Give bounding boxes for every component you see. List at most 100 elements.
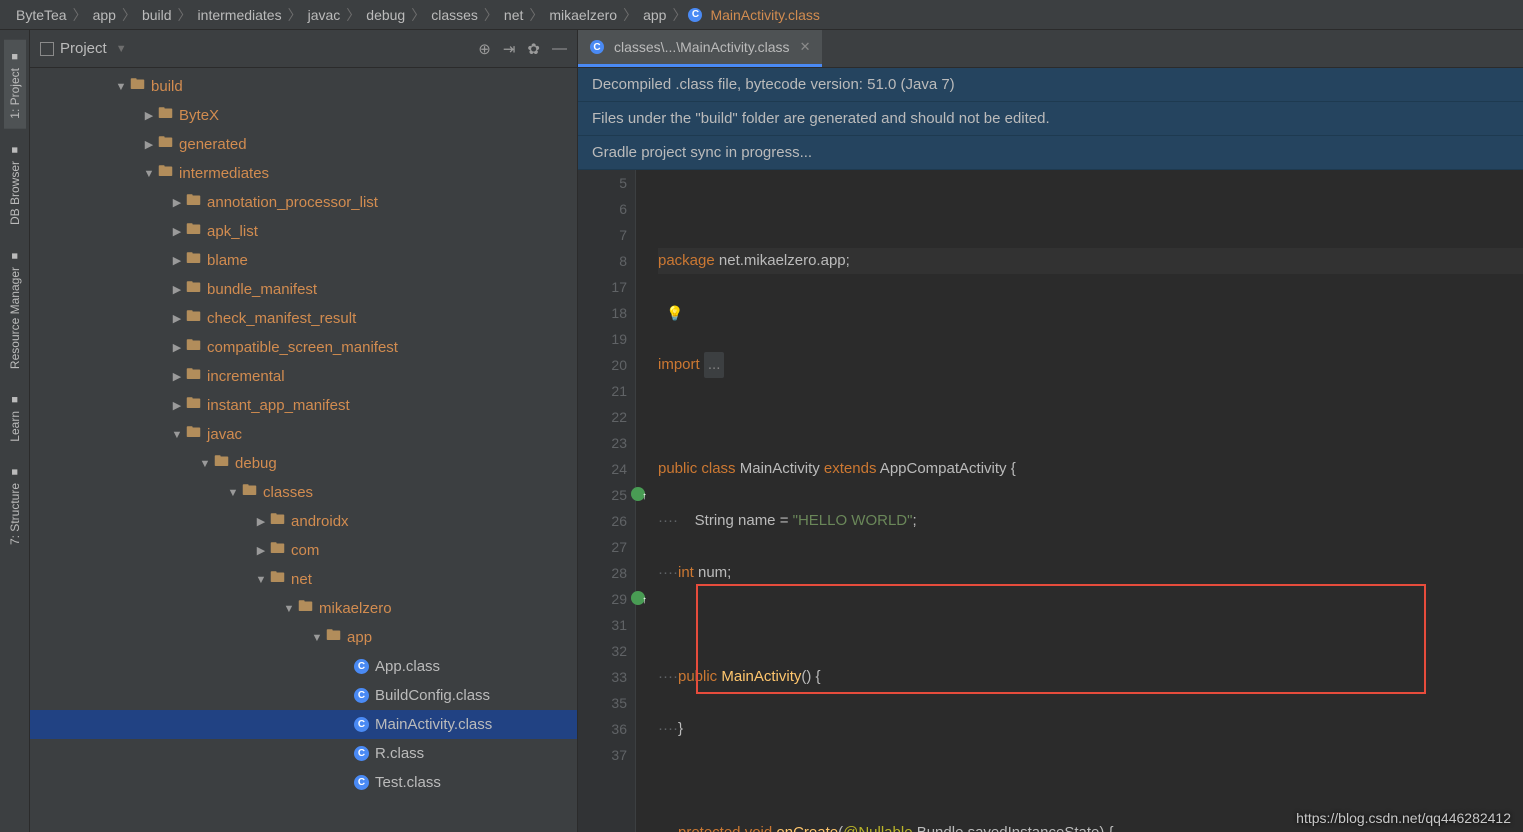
chevron-down-icon[interactable]: ▼ [142,168,156,180]
tree-row[interactable]: ▶🖿apk_list [30,217,577,246]
tree-row[interactable]: ▼🖿classes [30,478,577,507]
breadcrumb-item[interactable]: build [138,7,176,23]
gutter-line[interactable]: 22 [578,404,627,430]
collapse-icon[interactable]: ⇥ [503,40,516,58]
tree-row[interactable]: ▶🖿annotation_processor_list [30,188,577,217]
gutter-line[interactable]: 26 [578,508,627,534]
editor-tab-active[interactable]: C classes\...\MainActivity.class ✕ [578,30,822,67]
tree-row[interactable]: ▶🖿androidx [30,507,577,536]
chevron-right-icon[interactable]: ▶ [170,283,184,296]
chevron-down-icon[interactable]: ▼ [114,81,128,93]
breadcrumb-item[interactable]: classes [427,7,482,23]
tree-row[interactable]: ▼🖿app [30,623,577,652]
tree-row[interactable]: ▶🖿com [30,536,577,565]
chevron-down-icon[interactable]: ▼ [226,487,240,499]
tree-label: instant_app_manifest [207,397,350,414]
project-tree[interactable]: ▼🖿build▶🖿ByteX▶🖿generated▼🖿intermediates… [30,68,577,832]
close-icon[interactable]: ✕ [800,39,811,55]
tree-row[interactable]: ▶🖿bundle_manifest [30,275,577,304]
chevron-right-icon[interactable]: ▶ [170,341,184,354]
chevron-right-icon[interactable]: ▶ [170,399,184,412]
chevron-right-icon[interactable]: ▶ [170,254,184,267]
tree-row[interactable]: ▼🖿mikaelzero [30,594,577,623]
chevron-right-icon[interactable]: ▶ [170,312,184,325]
gutter-line[interactable]: 36 [578,716,627,742]
breadcrumb-item[interactable]: net [500,7,527,23]
tree-row[interactable]: ▶🖿check_manifest_result [30,304,577,333]
chevron-right-icon[interactable]: ▶ [170,196,184,209]
chevron-right-icon[interactable]: ▶ [170,370,184,383]
locate-icon[interactable]: ⊕ [478,40,491,58]
tree-row[interactable]: ▼🖿net [30,565,577,594]
tool-window-tab[interactable]: Learn■ [4,383,26,452]
chevron-down-icon[interactable]: ▼ [254,574,268,586]
gutter-line[interactable]: 5 [578,170,627,196]
tool-window-tab[interactable]: 1: Project■ [4,40,26,129]
tree-row[interactable]: CApp.class [30,652,577,681]
tree-row[interactable]: ▶🖿incremental [30,362,577,391]
gutter-line[interactable]: 21 [578,378,627,404]
gutter-line[interactable]: 23 [578,430,627,456]
chevron-down-icon[interactable]: ▼ [310,632,324,644]
intention-bulb-icon[interactable]: 💡 [666,305,683,321]
gutter-line[interactable]: 18 [578,300,627,326]
breadcrumb-item[interactable]: app [639,7,670,23]
tree-row[interactable]: CTest.class [30,768,577,797]
chevron-down-icon[interactable]: ▼ [170,429,184,441]
tree-row[interactable]: ▶🖿compatible_screen_manifest [30,333,577,362]
fold-region[interactable]: ... [704,352,725,378]
breadcrumb-item[interactable]: intermediates [194,7,286,23]
gutter-line[interactable]: 37 [578,742,627,768]
chevron-down-icon[interactable]: ▼ [282,603,296,615]
gutter-line[interactable]: 20 [578,352,627,378]
breadcrumb-active[interactable]: MainActivity.class [706,7,823,23]
tool-window-tab[interactable]: Resource Manager■ [4,239,26,379]
chevron-right-icon[interactable]: ▶ [170,225,184,238]
gutter-line[interactable]: 17 [578,274,627,300]
gutter-line[interactable]: 24 [578,456,627,482]
tree-row[interactable]: ▶🖿ByteX [30,101,577,130]
tree-row[interactable]: ▼🖿javac [30,420,577,449]
tree-label: App.class [375,658,440,675]
gutter-line[interactable]: 28 [578,560,627,586]
hide-icon[interactable]: — [552,40,567,58]
tree-row[interactable]: ▼🖿build [30,72,577,101]
tree-row[interactable]: CMainActivity.class [30,710,577,739]
chevron-right-icon[interactable]: ▶ [142,138,156,151]
chevron-down-icon[interactable]: ▼ [198,458,212,470]
gutter-line[interactable]: 25↑ [578,482,627,508]
chevron-right-icon[interactable]: ▶ [254,515,268,528]
chevron-right-icon[interactable]: ▶ [254,544,268,557]
gutter-line[interactable]: 32 [578,638,627,664]
breadcrumb-item[interactable]: ByteTea [12,7,71,23]
tree-row[interactable]: ▼🖿intermediates [30,159,577,188]
settings-icon[interactable]: ✿ [527,40,540,58]
gutter-line[interactable]: 7 [578,222,627,248]
editor-body[interactable]: 5678171819202122232425↑26272829↑31323335… [578,170,1523,832]
breadcrumb-item[interactable]: debug [362,7,409,23]
breadcrumb-item[interactable]: javac [304,7,345,23]
tree-row[interactable]: ▶🖿generated [30,130,577,159]
gutter[interactable]: 5678171819202122232425↑26272829↑31323335… [578,170,636,832]
gutter-line[interactable]: 27 [578,534,627,560]
gutter-line[interactable]: 29↑ [578,586,627,612]
gutter-line[interactable]: 31 [578,612,627,638]
tree-row[interactable]: ▶🖿blame [30,246,577,275]
tree-row[interactable]: CR.class [30,739,577,768]
gutter-line[interactable]: 35 [578,690,627,716]
gutter-line[interactable]: 33 [578,664,627,690]
breadcrumb-item[interactable]: mikaelzero [545,7,621,23]
tree-row[interactable]: CBuildConfig.class [30,681,577,710]
project-view-selector[interactable]: Project ▼ [40,40,127,57]
class-icon: C [354,775,369,790]
breadcrumb-item[interactable]: app [89,7,120,23]
chevron-right-icon[interactable]: ▶ [142,109,156,122]
tree-row[interactable]: ▶🖿instant_app_manifest [30,391,577,420]
tree-row[interactable]: ▼🖿debug [30,449,577,478]
gutter-line[interactable]: 8 [578,248,627,274]
gutter-line[interactable]: 6 [578,196,627,222]
code-area[interactable]: package net.mikaelzero.app; 💡 import ...… [636,170,1523,832]
tool-window-tab[interactable]: 7: Structure■ [4,455,26,555]
gutter-line[interactable]: 19 [578,326,627,352]
tool-window-tab[interactable]: DB Browser■ [4,133,26,235]
